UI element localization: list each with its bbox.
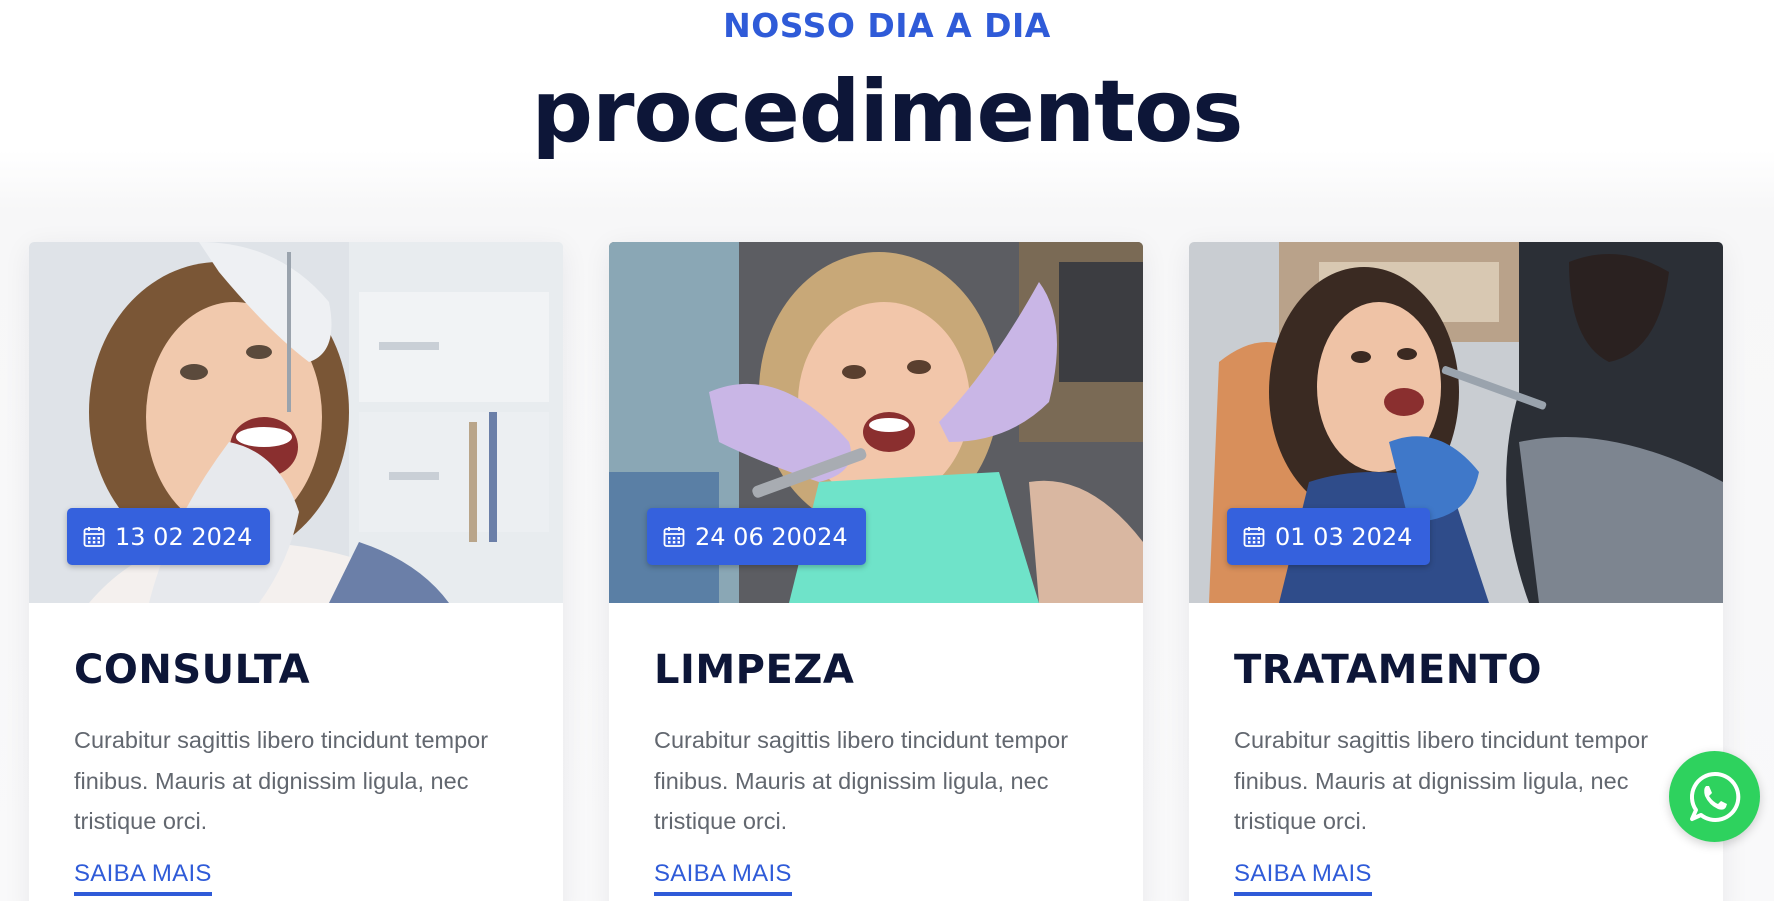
date-badge: 01 03 2024: [1227, 508, 1431, 565]
saiba-mais-link[interactable]: SAIBA MAIS: [74, 860, 212, 896]
procedure-card-consulta: 13 02 2024 CONSULTA Curabitur sagittis l…: [29, 242, 563, 901]
whatsapp-icon: [1689, 771, 1740, 822]
date-badge: 24 06 20024: [647, 508, 866, 565]
calendar-icon: [663, 526, 685, 547]
card-description: Curabitur sagittis libero tincidunt temp…: [654, 727, 1069, 834]
saiba-mais-link[interactable]: SAIBA MAIS: [654, 860, 792, 896]
procedure-card-tratamento: 01 03 2024 TRATAMENTO Curabitur sagittis…: [1189, 242, 1723, 901]
date-badge: 13 02 2024: [67, 508, 271, 565]
card-photo[interactable]: 01 03 2024: [1189, 242, 1723, 603]
card-title: CONSULTA: [74, 647, 311, 693]
procedures-section: NOSSO DIA A DIA procedimentos 13 02 2024…: [0, 0, 1774, 901]
card-description: Curabitur sagittis libero tincidunt temp…: [1234, 727, 1649, 834]
card-title: TRATAMENTO: [1234, 647, 1542, 693]
card-description: Curabitur sagittis libero tincidunt temp…: [74, 727, 489, 834]
calendar-icon: [1243, 526, 1265, 547]
date-text: 13 02 2024: [115, 522, 253, 551]
date-text: 01 03 2024: [1275, 522, 1413, 551]
calendar-icon: [83, 526, 105, 547]
date-text: 24 06 20024: [695, 522, 848, 551]
whatsapp-button[interactable]: [1669, 751, 1760, 842]
procedure-card-limpeza: 24 06 20024 LIMPEZA Curabitur sagittis l…: [609, 242, 1143, 901]
section-title: procedimentos: [531, 62, 1244, 162]
card-title: LIMPEZA: [654, 647, 855, 693]
card-photo[interactable]: 13 02 2024: [29, 242, 563, 603]
saiba-mais-link[interactable]: SAIBA MAIS: [1234, 860, 1372, 896]
card-photo[interactable]: 24 06 20024: [609, 242, 1143, 603]
section-eyebrow: NOSSO DIA A DIA: [723, 6, 1051, 45]
